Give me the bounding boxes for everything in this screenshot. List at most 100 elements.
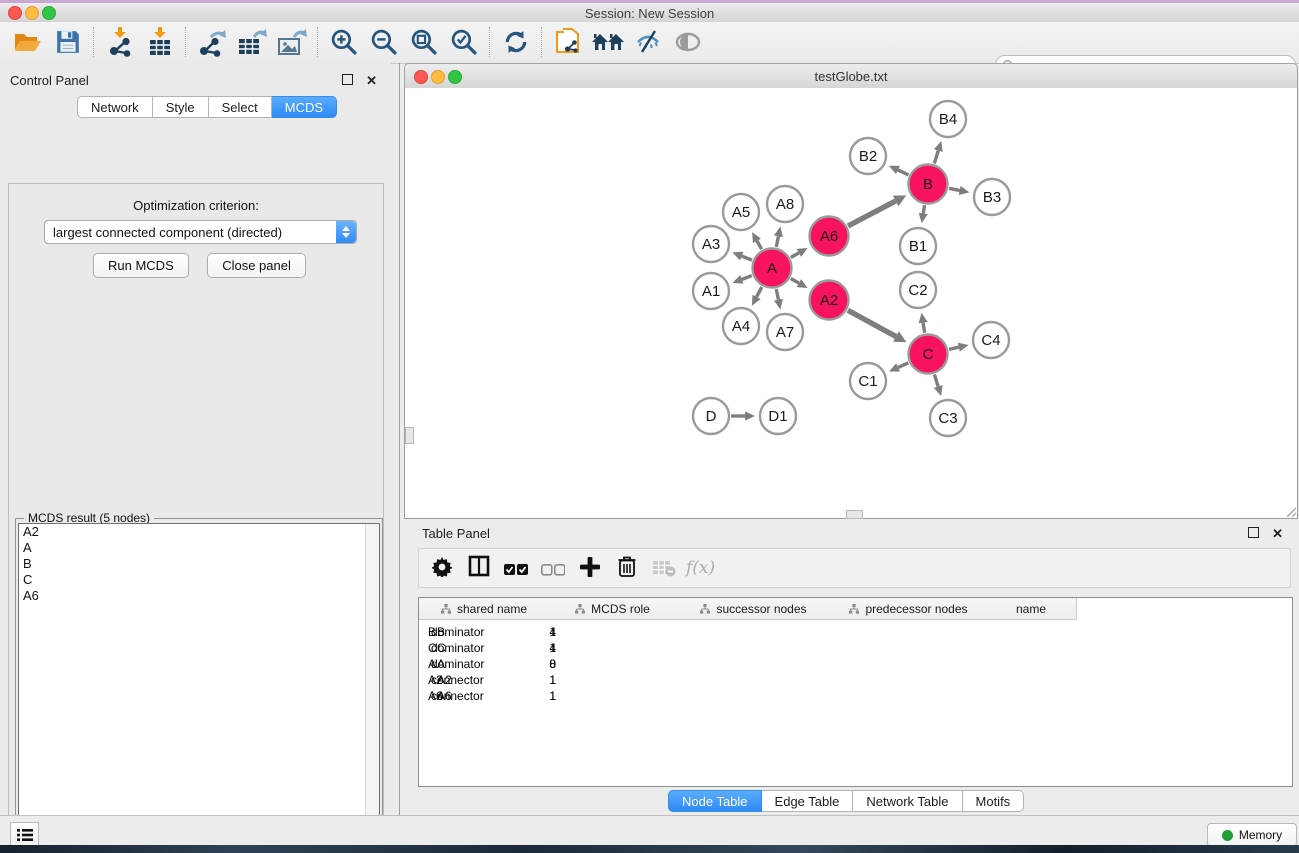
hide-selected-icon[interactable]: [628, 25, 668, 59]
export-network-icon[interactable]: [192, 25, 232, 59]
graph-edge-B-B3[interactable]: [949, 186, 969, 195]
refresh-icon[interactable]: [496, 25, 536, 59]
node-table[interactable]: shared nameMCDS rolesuccessor nodesprede…: [418, 597, 1293, 787]
graph-node-C3[interactable]: C3: [930, 400, 966, 436]
graph-node-D[interactable]: D: [693, 398, 729, 434]
network-canvas[interactable]: A A1 A2 A3 A4 A5 A6 A7 A8 B B1 B2 B3 B4 C C1 C2 C3 C4 D D1: [404, 88, 1298, 519]
network-from-selection-icon[interactable]: [548, 25, 588, 59]
graph-edge-D-D1[interactable]: [731, 411, 755, 420]
graph-edge-A-A3[interactable]: [732, 252, 752, 261]
export-image-icon[interactable]: [272, 25, 312, 59]
table-float-panel-icon[interactable]: [1248, 527, 1259, 538]
mcds-result-item[interactable]: B: [19, 556, 379, 572]
graph-node-A3[interactable]: A3: [693, 226, 729, 262]
resize-grip-icon[interactable]: [1284, 505, 1296, 517]
mcds-result-item[interactable]: A6: [19, 588, 379, 604]
graph-edge-A-A4[interactable]: [752, 287, 762, 306]
graph-edge-B-B4[interactable]: [934, 141, 943, 163]
graph-node-C[interactable]: C: [909, 335, 948, 374]
graph-edge-A-A2[interactable]: [791, 279, 808, 288]
first-neighbors-icon[interactable]: [588, 25, 628, 59]
table-cell[interactable]: A: [419, 656, 509, 672]
tab-edge-table[interactable]: Edge Table: [762, 790, 854, 812]
import-table-icon[interactable]: [140, 25, 180, 59]
table-cell[interactable]: A6: [419, 688, 509, 704]
graph-edge-B-B1[interactable]: [919, 205, 928, 223]
table-cell[interactable]: C: [419, 640, 509, 656]
graph-edge-B-B2[interactable]: [889, 166, 909, 175]
import-network-icon[interactable]: [100, 25, 140, 59]
graph-node-A4[interactable]: A4: [723, 308, 759, 344]
graph-node-B2[interactable]: B2: [850, 138, 886, 174]
graph-edge-A-A7[interactable]: [774, 289, 783, 309]
mcds-list-scrollbar[interactable]: [365, 524, 379, 853]
table-cell[interactable]: B: [419, 624, 509, 640]
close-panel-icon[interactable]: ✕: [366, 73, 377, 89]
tab-network[interactable]: Network: [77, 96, 153, 118]
graph-node-A6[interactable]: A6: [810, 217, 849, 256]
mcds-result-list[interactable]: A2ABCA6: [18, 523, 380, 853]
deselect-all-icon[interactable]: [538, 555, 568, 585]
graph-node-C2[interactable]: C2: [900, 272, 936, 308]
zoom-out-icon[interactable]: [364, 25, 404, 59]
column-header-MCDS-role[interactable]: MCDS role: [549, 598, 677, 620]
graph-edge-A-A1[interactable]: [733, 275, 752, 284]
zoom-in-icon[interactable]: [324, 25, 364, 59]
open-folder-icon[interactable]: [8, 25, 48, 59]
save-icon[interactable]: [48, 25, 88, 59]
graph-edge-A-A8[interactable]: [774, 227, 783, 247]
graph-node-B1[interactable]: B1: [900, 228, 936, 264]
show-hidden-icon[interactable]: [668, 25, 708, 59]
graph-node-C1[interactable]: C1: [850, 363, 886, 399]
column-header-successor-nodes[interactable]: successor nodes: [676, 598, 832, 620]
zoom-fit-icon[interactable]: [404, 25, 444, 59]
horizontal-scroll-mark[interactable]: [846, 510, 863, 519]
zoom-selected-icon[interactable]: [444, 25, 484, 59]
tab-motifs[interactable]: Motifs: [963, 790, 1025, 812]
column-selector-icon[interactable]: [464, 551, 494, 581]
graph-node-D1[interactable]: D1: [760, 398, 796, 434]
graph-node-B3[interactable]: B3: [974, 179, 1010, 215]
trash-icon[interactable]: [612, 551, 642, 581]
graph-edge-C-C2[interactable]: [919, 313, 928, 333]
tab-mcds[interactable]: MCDS: [272, 96, 337, 118]
graph-node-A[interactable]: A: [753, 249, 792, 288]
graph-edge-C-C1[interactable]: [889, 363, 908, 372]
mcds-result-item[interactable]: C: [19, 572, 379, 588]
graph-edge-A6-B[interactable]: [848, 195, 906, 226]
graph-node-B4[interactable]: B4: [930, 101, 966, 137]
graph-node-A1[interactable]: A1: [693, 273, 729, 309]
graph-edge-C-C3[interactable]: [934, 375, 943, 397]
memory-button[interactable]: Memory: [1207, 823, 1297, 847]
graph-edge-A2-C[interactable]: [848, 310, 907, 342]
graph-node-B[interactable]: B: [909, 165, 948, 204]
table-cell[interactable]: A2: [419, 672, 509, 688]
tab-node-table[interactable]: Node Table: [668, 790, 762, 812]
graph-node-C4[interactable]: C4: [973, 322, 1009, 358]
panel-divider[interactable]: [399, 63, 400, 815]
tab-style[interactable]: Style: [153, 96, 209, 118]
column-header-name[interactable]: name: [986, 598, 1077, 620]
graph-node-A5[interactable]: A5: [723, 194, 759, 230]
close-panel-button[interactable]: Close panel: [207, 253, 306, 278]
graph-node-A7[interactable]: A7: [767, 314, 803, 350]
graph-edge-A-A5[interactable]: [752, 232, 761, 249]
tab-select[interactable]: Select: [209, 96, 272, 118]
run-mcds-button[interactable]: Run MCDS: [93, 253, 189, 278]
graph-edge-C-C4[interactable]: [949, 343, 969, 352]
mcds-result-item[interactable]: A: [19, 540, 379, 556]
column-header-shared-name[interactable]: shared name: [419, 598, 550, 620]
add-icon[interactable]: [575, 552, 605, 582]
select-all-icon[interactable]: [501, 555, 531, 585]
network-window-titlebar[interactable]: testGlobe.txt: [404, 63, 1298, 90]
vertical-scroll-mark[interactable]: [405, 427, 414, 444]
gear-icon[interactable]: [427, 552, 457, 582]
float-panel-icon[interactable]: [342, 74, 353, 85]
mcds-result-item[interactable]: A2: [19, 524, 379, 540]
export-table-icon[interactable]: [232, 25, 272, 59]
graph-node-A2[interactable]: A2: [810, 281, 849, 320]
criterion-select[interactable]: largest connected component (directed): [44, 220, 357, 244]
table-close-panel-icon[interactable]: ✕: [1272, 526, 1283, 542]
graph-node-A8[interactable]: A8: [767, 186, 803, 222]
graph-edge-A-A6[interactable]: [791, 248, 808, 257]
